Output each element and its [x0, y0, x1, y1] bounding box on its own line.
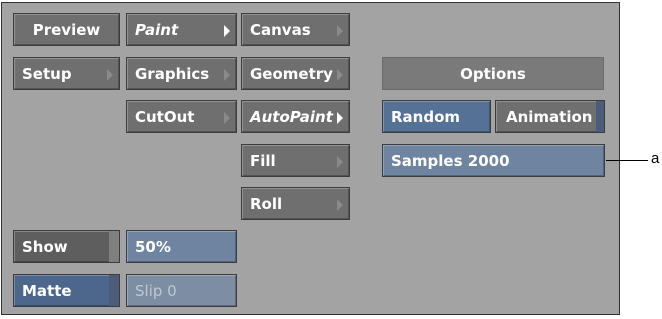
roll-button[interactable]: Roll — [241, 187, 350, 220]
zoom-field[interactable]: 50% — [126, 230, 237, 263]
cutout-button[interactable]: CutOut — [126, 100, 237, 133]
chevron-right-icon — [224, 25, 230, 37]
setup-button[interactable]: Setup — [13, 57, 120, 90]
animation-button[interactable]: Animation — [495, 100, 605, 133]
chevron-right-icon — [337, 112, 343, 124]
geometry-label: Geometry — [250, 64, 333, 83]
callout-leader-line — [606, 160, 648, 161]
canvas-label: Canvas — [250, 20, 311, 39]
chevron-right-icon — [107, 69, 113, 81]
samples-field[interactable]: Samples 2000 — [382, 144, 605, 177]
chevron-right-icon — [337, 156, 343, 168]
setup-label: Setup — [22, 64, 72, 83]
autopaint-button[interactable]: AutoPaint — [241, 100, 350, 133]
chevron-right-icon — [224, 112, 230, 124]
graphics-label: Graphics — [135, 64, 210, 83]
button-edge-strip — [109, 275, 119, 306]
fill-label: Fill — [250, 151, 276, 170]
button-edge-strip — [109, 231, 119, 262]
button-edge-strip — [596, 101, 604, 132]
roll-label: Roll — [250, 194, 283, 213]
show-button[interactable]: Show — [13, 230, 120, 263]
cutout-label: CutOut — [135, 107, 195, 126]
options-header: Options — [382, 57, 604, 90]
paint-label: Paint — [135, 20, 179, 39]
matte-button[interactable]: Matte — [13, 274, 120, 307]
zoom-value: 50% — [135, 237, 171, 256]
canvas-button[interactable]: Canvas — [241, 13, 350, 46]
callout-label: a — [651, 150, 660, 167]
chevron-right-icon — [337, 69, 343, 81]
preview-label: Preview — [32, 20, 101, 39]
graphics-button[interactable]: Graphics — [126, 57, 237, 90]
autopaint-label: AutoPaint — [250, 107, 333, 126]
random-label: Random — [391, 107, 461, 126]
chevron-right-icon — [337, 199, 343, 211]
slip-value: Slip 0 — [135, 281, 177, 300]
random-button[interactable]: Random — [382, 100, 491, 133]
matte-label: Matte — [22, 281, 72, 300]
preview-button[interactable]: Preview — [13, 13, 120, 46]
geometry-button[interactable]: Geometry — [241, 57, 350, 90]
slip-field[interactable]: Slip 0 — [126, 274, 237, 307]
options-header-label: Options — [460, 64, 526, 83]
chevron-right-icon — [337, 25, 343, 37]
paint-button[interactable]: Paint — [126, 13, 237, 46]
fill-button[interactable]: Fill — [241, 144, 350, 177]
samples-value: Samples 2000 — [391, 151, 510, 170]
animation-label: Animation — [506, 107, 593, 126]
show-label: Show — [22, 237, 68, 256]
chevron-right-icon — [224, 69, 230, 81]
